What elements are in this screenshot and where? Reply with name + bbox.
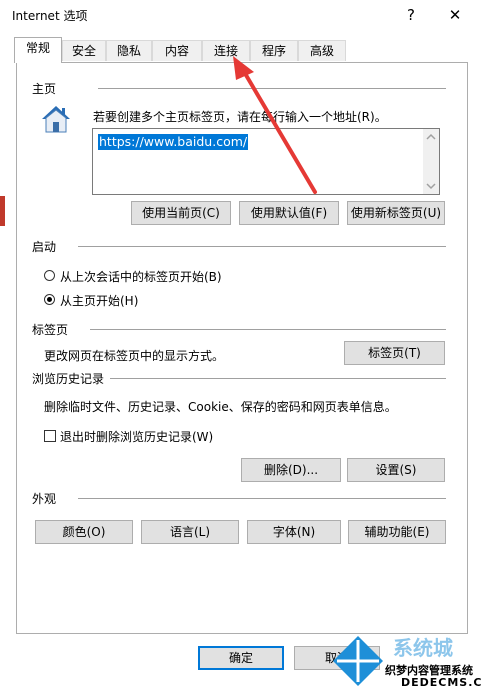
- house-icon: [40, 104, 72, 134]
- tab-privacy[interactable]: 隐私: [106, 40, 152, 61]
- radio-selected-dot: [47, 297, 52, 302]
- tabs-description: 更改网页在标签页中的显示方式。: [44, 349, 225, 363]
- tabs-separator: [90, 329, 446, 330]
- radio-start-homepage-label: 从主页开始(H): [60, 294, 139, 308]
- languages-button[interactable]: 语言(L): [141, 520, 239, 544]
- tab-advanced[interactable]: 高级: [298, 40, 346, 61]
- homepage-url-textarea[interactable]: https://www.baidu.com/: [92, 128, 440, 195]
- site-watermark: 系统城 织梦内容管理系统 DEDECMS.COM: [331, 632, 481, 692]
- title-bar: Internet 选项 ? ✕: [0, 0, 481, 32]
- delete-history-button[interactable]: 删除(D)...: [241, 458, 341, 482]
- homepage-separator: [98, 88, 446, 89]
- radio-last-session[interactable]: [44, 270, 55, 281]
- tab-connections[interactable]: 连接: [202, 40, 250, 61]
- watermark-site-url: DEDECMS.COM: [401, 676, 481, 689]
- use-default-button[interactable]: 使用默认值(F): [239, 201, 339, 225]
- tab-content[interactable]: 内容: [152, 40, 202, 61]
- tab-programs[interactable]: 程序: [250, 40, 298, 61]
- startup-section-title: 启动: [32, 240, 57, 254]
- history-section-title: 浏览历史记录: [32, 372, 105, 386]
- homepage-url-text: https://www.baidu.com/: [98, 134, 249, 150]
- background-window-fragment: [0, 196, 5, 226]
- startup-separator: [78, 246, 446, 247]
- vertical-scrollbar[interactable]: [423, 129, 439, 194]
- close-button[interactable]: ✕: [440, 4, 470, 26]
- colors-button[interactable]: 颜色(O): [35, 520, 133, 544]
- history-separator: [110, 378, 446, 379]
- homepage-section-title: 主页: [32, 82, 57, 96]
- accessibility-button[interactable]: 辅助功能(E): [348, 520, 446, 544]
- tab-general[interactable]: 常规: [14, 37, 62, 63]
- radio-last-session-label: 从上次会话中的标签页开始(B): [60, 270, 222, 284]
- windows-logo-icon: [333, 636, 383, 686]
- tabs-section-title: 标签页: [32, 323, 69, 337]
- appearance-separator: [78, 498, 446, 499]
- tabs-settings-button[interactable]: 标签页(T): [344, 341, 445, 365]
- history-description: 删除临时文件、历史记录、Cookie、保存的密码和网页表单信息。: [44, 400, 397, 414]
- ok-button[interactable]: 确定: [198, 646, 284, 670]
- tab-security[interactable]: 安全: [62, 40, 106, 61]
- help-button[interactable]: ?: [396, 4, 426, 26]
- appearance-section-title: 外观: [32, 492, 57, 506]
- use-new-tab-button[interactable]: 使用新标签页(U): [347, 201, 445, 225]
- window-title: Internet 选项: [12, 9, 88, 23]
- delete-on-exit-label: 退出时删除浏览历史记录(W): [60, 430, 214, 444]
- watermark-brand: 系统城: [393, 636, 453, 660]
- radio-start-homepage[interactable]: [44, 294, 55, 305]
- homepage-description: 若要创建多个主页标签页，请在每行输入一个地址(R)。: [93, 110, 387, 124]
- fonts-button[interactable]: 字体(N): [247, 520, 341, 544]
- use-current-button[interactable]: 使用当前页(C): [131, 201, 231, 225]
- history-settings-button[interactable]: 设置(S): [347, 458, 445, 482]
- delete-on-exit-checkbox[interactable]: [44, 430, 56, 442]
